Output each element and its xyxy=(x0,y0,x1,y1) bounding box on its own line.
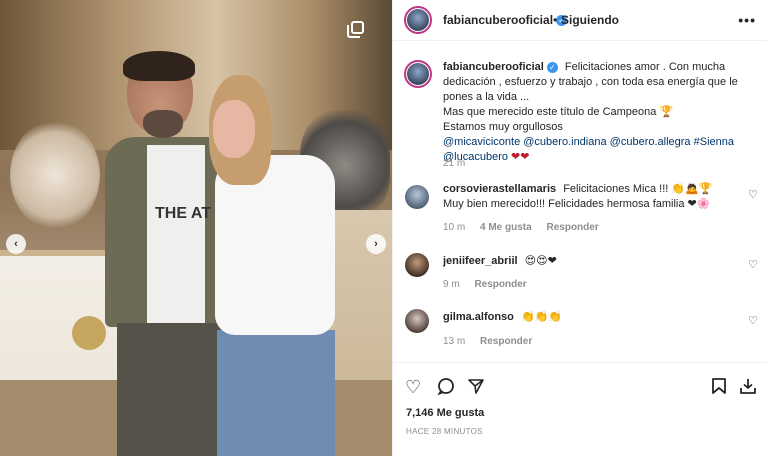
post-header: fabiancuberooficial ✓ • Siguiendo ••• xyxy=(393,0,767,41)
comment-avatar[interactable] xyxy=(405,253,429,277)
post-details-pane: fabiancuberooficial ✓ • Siguiendo ••• fab… xyxy=(392,0,767,456)
caption-username[interactable]: fabiancuberooficial ✓ xyxy=(443,61,558,73)
comment-meta: 13 m Responder xyxy=(443,336,533,347)
caption-avatar[interactable] xyxy=(404,60,432,88)
carousel-multiple-icon xyxy=(347,21,364,38)
comment-text: jeniifeer_abriil 😍😍❤ xyxy=(443,255,557,267)
comment-avatar[interactable] xyxy=(405,309,429,333)
following-button[interactable]: Siguiendo xyxy=(561,13,619,27)
mention-link[interactable]: @micaviciconte xyxy=(443,136,520,148)
reply-button[interactable]: Responder xyxy=(474,279,526,290)
bookmark-icon[interactable] xyxy=(711,377,727,400)
post-photo[interactable]: THE AT ‹ › xyxy=(0,0,392,456)
comment-avatar[interactable] xyxy=(405,185,429,209)
photo-background-person xyxy=(10,120,100,230)
post-actions: ♡ 7,146 Me gusta HACE 28 MINUTOS xyxy=(393,362,767,456)
mention-link[interactable]: @cubero.indiana xyxy=(523,136,606,148)
mention-link[interactable]: @cubero.allegra xyxy=(610,136,691,148)
verified-icon: ✓ xyxy=(546,61,558,73)
download-icon[interactable] xyxy=(739,377,757,400)
author-avatar[interactable] xyxy=(404,6,432,34)
comment-like-icon[interactable]: ♡ xyxy=(748,314,758,327)
author-username[interactable]: fabiancuberooficial ✓ xyxy=(443,13,568,27)
comments-list[interactable]: fabiancuberooficial ✓ Felicitaciones amor… xyxy=(393,42,767,362)
comment-icon[interactable] xyxy=(437,377,455,400)
comment-meta: 9 m Responder xyxy=(443,279,527,290)
likes-count[interactable]: 7,146 Me gusta xyxy=(406,407,484,419)
comment-meta: 10 m 4 Me gusta Responder xyxy=(443,222,599,233)
heart-emojis: ❤❤ xyxy=(511,151,530,163)
caption-text: fabiancuberooficial ✓ Felicitaciones amor… xyxy=(443,61,738,163)
carousel-next-button[interactable]: › xyxy=(366,234,386,254)
comment-text: gilma.alfonso 👏👏👏 xyxy=(443,311,563,323)
post-timestamp: HACE 28 MINUTOS xyxy=(406,427,483,436)
reply-button[interactable]: Responder xyxy=(480,336,532,347)
photo-woman xyxy=(195,75,345,456)
comment-text: corsovierastellamaris Felicitaciones Mic… xyxy=(443,183,713,210)
comment-likes[interactable]: 4 Me gusta xyxy=(480,222,532,233)
comment-like-icon[interactable]: ♡ xyxy=(748,258,758,271)
caption-time: 21 m xyxy=(443,158,466,169)
separator-dot: • xyxy=(553,13,558,27)
reply-button[interactable]: Responder xyxy=(546,222,598,233)
share-icon[interactable] xyxy=(467,377,485,400)
heart-icon[interactable]: ♡ xyxy=(405,377,421,398)
more-options-icon[interactable]: ••• xyxy=(738,12,756,28)
hashtag-link[interactable]: #Sienna xyxy=(694,136,734,148)
comment-like-icon[interactable]: ♡ xyxy=(748,188,758,201)
carousel-prev-button[interactable]: ‹ xyxy=(6,234,26,254)
